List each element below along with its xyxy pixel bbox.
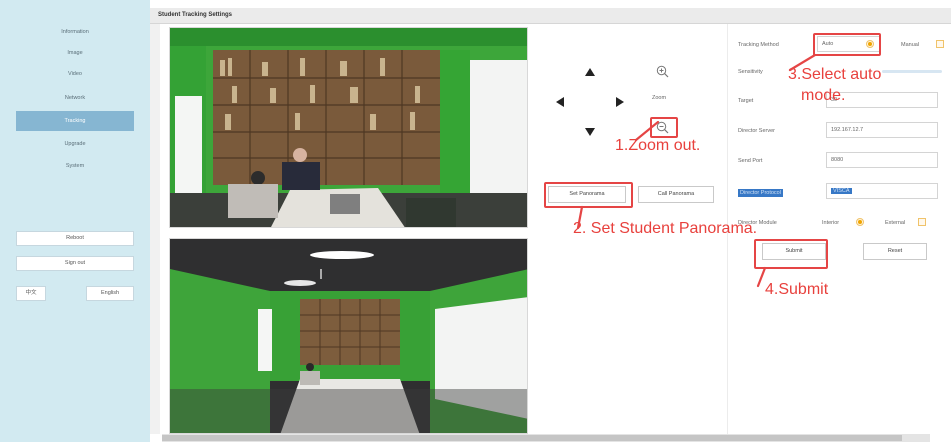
submit-button[interactable]: Submit: [762, 243, 826, 260]
sidebar-item-upgrade[interactable]: Upgrade: [16, 134, 134, 154]
pan-right-button[interactable]: [613, 95, 627, 109]
manual-label: Manual: [901, 42, 920, 48]
director-server-input[interactable]: 192.167.12.7: [826, 122, 938, 138]
sensitivity-label: Sensitivity: [738, 69, 763, 75]
external-checkbox[interactable]: [918, 218, 926, 226]
vertical-scrollbar[interactable]: [150, 24, 160, 434]
interior-label: Interior: [822, 220, 840, 226]
page-title: Student Tracking Settings: [158, 12, 233, 18]
sidebar: Information Image Video Network Tracking…: [0, 0, 150, 442]
sidebar-item-information[interactable]: Information: [16, 22, 134, 42]
send-port-label: Send Port: [738, 158, 763, 164]
call-panorama-button[interactable]: Call Panorama: [638, 186, 714, 203]
arrow-down-icon: [585, 128, 595, 136]
tracking-method-label: Tracking Method: [738, 42, 779, 48]
director-protocol-label: Director Protocol: [738, 189, 783, 197]
external-label: External: [885, 220, 906, 226]
manual-checkbox[interactable]: [936, 40, 944, 48]
language-en-button[interactable]: English: [86, 286, 134, 301]
sign-out-button[interactable]: Sign out: [16, 256, 134, 271]
tracking-method-value: Auto: [822, 41, 834, 47]
director-protocol-select[interactable]: VISCA: [826, 183, 938, 199]
settings-panel: [727, 24, 947, 434]
language-cn-button[interactable]: 中文: [16, 286, 46, 301]
reboot-button[interactable]: Reboot: [16, 231, 134, 246]
horizontal-scrollbar[interactable]: [162, 434, 930, 442]
send-port-input[interactable]: 8080: [826, 152, 938, 168]
reset-button[interactable]: Reset: [863, 243, 927, 260]
arrow-up-icon: [585, 68, 595, 76]
sensitivity-slider[interactable]: [882, 70, 942, 73]
arrow-left-icon: [556, 97, 564, 107]
scrollbar-thumb[interactable]: [162, 435, 902, 441]
set-panorama-button[interactable]: Set Panorama: [548, 186, 626, 203]
pan-left-button[interactable]: [553, 95, 567, 109]
auto-radio[interactable]: [866, 40, 874, 48]
director-protocol-value: VISCA: [831, 188, 852, 194]
director-module-label: Director Module: [738, 220, 777, 226]
arrow-right-icon: [616, 97, 624, 107]
title-bar: [150, 8, 951, 24]
director-server-label: Director Server: [738, 128, 775, 134]
sidebar-item-tracking[interactable]: Tracking: [16, 111, 134, 131]
target-label: Target: [738, 98, 754, 104]
pan-up-button[interactable]: [583, 65, 597, 79]
sidebar-item-network[interactable]: Network: [16, 88, 134, 108]
sidebar-item-image[interactable]: Image: [16, 43, 134, 63]
panorama-camera-view: [169, 238, 528, 434]
pan-down-button[interactable]: [583, 125, 597, 139]
target-input[interactable]: 30: [826, 92, 938, 108]
close-up-camera-image: [170, 28, 527, 227]
main-panel: Student Tracking Settings Zoom Set Panor…: [150, 0, 951, 442]
zoom-out-button[interactable]: [655, 120, 669, 134]
sidebar-item-video[interactable]: Video: [16, 64, 134, 84]
zoom-out-icon: [656, 121, 668, 133]
interior-radio[interactable]: [856, 218, 864, 226]
zoom-in-icon: [656, 65, 668, 77]
panorama-camera-image: [170, 239, 527, 433]
zoom-label: Zoom: [652, 95, 667, 101]
zoom-in-button[interactable]: [655, 64, 669, 78]
close-up-camera-view: [169, 27, 528, 228]
sidebar-item-system[interactable]: System: [16, 156, 134, 176]
